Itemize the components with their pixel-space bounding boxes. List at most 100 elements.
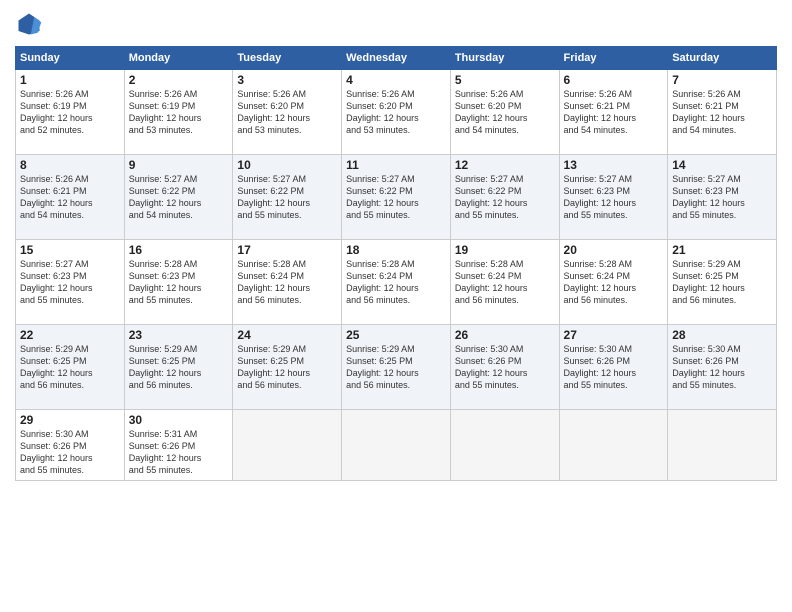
day-number: 7 <box>672 73 772 87</box>
day-number: 19 <box>455 243 555 257</box>
day-number: 1 <box>20 73 120 87</box>
day-info: Sunrise: 5:29 AM Sunset: 6:25 PM Dayligh… <box>20 343 120 392</box>
calendar-cell: 2Sunrise: 5:26 AM Sunset: 6:19 PM Daylig… <box>124 70 233 155</box>
calendar-cell: 7Sunrise: 5:26 AM Sunset: 6:21 PM Daylig… <box>668 70 777 155</box>
day-info: Sunrise: 5:26 AM Sunset: 6:19 PM Dayligh… <box>20 88 120 137</box>
day-number: 10 <box>237 158 337 172</box>
day-number: 23 <box>129 328 229 342</box>
day-number: 24 <box>237 328 337 342</box>
day-info: Sunrise: 5:26 AM Sunset: 6:20 PM Dayligh… <box>346 88 446 137</box>
day-number: 26 <box>455 328 555 342</box>
day-number: 27 <box>564 328 664 342</box>
calendar-cell: 16Sunrise: 5:28 AM Sunset: 6:23 PM Dayli… <box>124 240 233 325</box>
calendar-cell: 29Sunrise: 5:30 AM Sunset: 6:26 PM Dayli… <box>16 410 125 481</box>
calendar-cell: 23Sunrise: 5:29 AM Sunset: 6:25 PM Dayli… <box>124 325 233 410</box>
day-info: Sunrise: 5:28 AM Sunset: 6:24 PM Dayligh… <box>455 258 555 307</box>
calendar-table: SundayMondayTuesdayWednesdayThursdayFrid… <box>15 46 777 481</box>
day-info: Sunrise: 5:29 AM Sunset: 6:25 PM Dayligh… <box>346 343 446 392</box>
day-info: Sunrise: 5:28 AM Sunset: 6:24 PM Dayligh… <box>346 258 446 307</box>
calendar-cell: 3Sunrise: 5:26 AM Sunset: 6:20 PM Daylig… <box>233 70 342 155</box>
day-number: 22 <box>20 328 120 342</box>
logo <box>15 10 47 38</box>
calendar-cell: 18Sunrise: 5:28 AM Sunset: 6:24 PM Dayli… <box>342 240 451 325</box>
day-number: 8 <box>20 158 120 172</box>
calendar-cell: 19Sunrise: 5:28 AM Sunset: 6:24 PM Dayli… <box>450 240 559 325</box>
day-info: Sunrise: 5:26 AM Sunset: 6:21 PM Dayligh… <box>20 173 120 222</box>
day-info: Sunrise: 5:30 AM Sunset: 6:26 PM Dayligh… <box>672 343 772 392</box>
calendar-cell: 6Sunrise: 5:26 AM Sunset: 6:21 PM Daylig… <box>559 70 668 155</box>
calendar-cell: 15Sunrise: 5:27 AM Sunset: 6:23 PM Dayli… <box>16 240 125 325</box>
day-number: 3 <box>237 73 337 87</box>
day-number: 5 <box>455 73 555 87</box>
day-number: 30 <box>129 413 229 427</box>
week-row-2: 8Sunrise: 5:26 AM Sunset: 6:21 PM Daylig… <box>16 155 777 240</box>
day-number: 14 <box>672 158 772 172</box>
day-info: Sunrise: 5:29 AM Sunset: 6:25 PM Dayligh… <box>237 343 337 392</box>
week-row-5: 29Sunrise: 5:30 AM Sunset: 6:26 PM Dayli… <box>16 410 777 481</box>
day-info: Sunrise: 5:30 AM Sunset: 6:26 PM Dayligh… <box>20 428 120 477</box>
calendar-cell: 21Sunrise: 5:29 AM Sunset: 6:25 PM Dayli… <box>668 240 777 325</box>
calendar-cell: 24Sunrise: 5:29 AM Sunset: 6:25 PM Dayli… <box>233 325 342 410</box>
day-number: 16 <box>129 243 229 257</box>
day-info: Sunrise: 5:29 AM Sunset: 6:25 PM Dayligh… <box>129 343 229 392</box>
weekday-header-tuesday: Tuesday <box>233 47 342 70</box>
day-number: 4 <box>346 73 446 87</box>
day-info: Sunrise: 5:30 AM Sunset: 6:26 PM Dayligh… <box>564 343 664 392</box>
day-number: 17 <box>237 243 337 257</box>
weekday-header-thursday: Thursday <box>450 47 559 70</box>
day-info: Sunrise: 5:27 AM Sunset: 6:22 PM Dayligh… <box>129 173 229 222</box>
calendar-cell <box>233 410 342 481</box>
day-info: Sunrise: 5:27 AM Sunset: 6:22 PM Dayligh… <box>346 173 446 222</box>
day-number: 29 <box>20 413 120 427</box>
calendar-cell: 30Sunrise: 5:31 AM Sunset: 6:26 PM Dayli… <box>124 410 233 481</box>
calendar-cell: 9Sunrise: 5:27 AM Sunset: 6:22 PM Daylig… <box>124 155 233 240</box>
day-number: 11 <box>346 158 446 172</box>
weekday-header-monday: Monday <box>124 47 233 70</box>
calendar-cell: 26Sunrise: 5:30 AM Sunset: 6:26 PM Dayli… <box>450 325 559 410</box>
day-number: 15 <box>20 243 120 257</box>
calendar-cell: 25Sunrise: 5:29 AM Sunset: 6:25 PM Dayli… <box>342 325 451 410</box>
calendar-cell: 8Sunrise: 5:26 AM Sunset: 6:21 PM Daylig… <box>16 155 125 240</box>
day-info: Sunrise: 5:26 AM Sunset: 6:21 PM Dayligh… <box>672 88 772 137</box>
day-number: 21 <box>672 243 772 257</box>
day-info: Sunrise: 5:26 AM Sunset: 6:20 PM Dayligh… <box>455 88 555 137</box>
day-info: Sunrise: 5:27 AM Sunset: 6:23 PM Dayligh… <box>672 173 772 222</box>
day-info: Sunrise: 5:28 AM Sunset: 6:24 PM Dayligh… <box>564 258 664 307</box>
calendar-cell: 1Sunrise: 5:26 AM Sunset: 6:19 PM Daylig… <box>16 70 125 155</box>
calendar-cell: 5Sunrise: 5:26 AM Sunset: 6:20 PM Daylig… <box>450 70 559 155</box>
day-number: 6 <box>564 73 664 87</box>
week-row-1: 1Sunrise: 5:26 AM Sunset: 6:19 PM Daylig… <box>16 70 777 155</box>
calendar-cell: 28Sunrise: 5:30 AM Sunset: 6:26 PM Dayli… <box>668 325 777 410</box>
week-row-3: 15Sunrise: 5:27 AM Sunset: 6:23 PM Dayli… <box>16 240 777 325</box>
day-number: 18 <box>346 243 446 257</box>
calendar-cell: 14Sunrise: 5:27 AM Sunset: 6:23 PM Dayli… <box>668 155 777 240</box>
calendar-cell <box>668 410 777 481</box>
page: SundayMondayTuesdayWednesdayThursdayFrid… <box>0 0 792 612</box>
day-info: Sunrise: 5:31 AM Sunset: 6:26 PM Dayligh… <box>129 428 229 477</box>
header <box>15 10 777 38</box>
weekday-header-friday: Friday <box>559 47 668 70</box>
calendar-cell: 4Sunrise: 5:26 AM Sunset: 6:20 PM Daylig… <box>342 70 451 155</box>
calendar-cell: 13Sunrise: 5:27 AM Sunset: 6:23 PM Dayli… <box>559 155 668 240</box>
day-number: 28 <box>672 328 772 342</box>
day-number: 2 <box>129 73 229 87</box>
weekday-header-wednesday: Wednesday <box>342 47 451 70</box>
calendar-cell: 11Sunrise: 5:27 AM Sunset: 6:22 PM Dayli… <box>342 155 451 240</box>
day-info: Sunrise: 5:27 AM Sunset: 6:22 PM Dayligh… <box>237 173 337 222</box>
weekday-header-sunday: Sunday <box>16 47 125 70</box>
logo-icon <box>15 10 43 38</box>
day-info: Sunrise: 5:30 AM Sunset: 6:26 PM Dayligh… <box>455 343 555 392</box>
day-info: Sunrise: 5:26 AM Sunset: 6:19 PM Dayligh… <box>129 88 229 137</box>
day-info: Sunrise: 5:27 AM Sunset: 6:22 PM Dayligh… <box>455 173 555 222</box>
day-info: Sunrise: 5:26 AM Sunset: 6:21 PM Dayligh… <box>564 88 664 137</box>
calendar-cell <box>559 410 668 481</box>
calendar-cell <box>450 410 559 481</box>
day-number: 25 <box>346 328 446 342</box>
calendar-cell: 22Sunrise: 5:29 AM Sunset: 6:25 PM Dayli… <box>16 325 125 410</box>
weekday-header-saturday: Saturday <box>668 47 777 70</box>
day-info: Sunrise: 5:27 AM Sunset: 6:23 PM Dayligh… <box>564 173 664 222</box>
weekday-header-row: SundayMondayTuesdayWednesdayThursdayFrid… <box>16 47 777 70</box>
calendar-cell: 10Sunrise: 5:27 AM Sunset: 6:22 PM Dayli… <box>233 155 342 240</box>
day-number: 9 <box>129 158 229 172</box>
day-number: 13 <box>564 158 664 172</box>
